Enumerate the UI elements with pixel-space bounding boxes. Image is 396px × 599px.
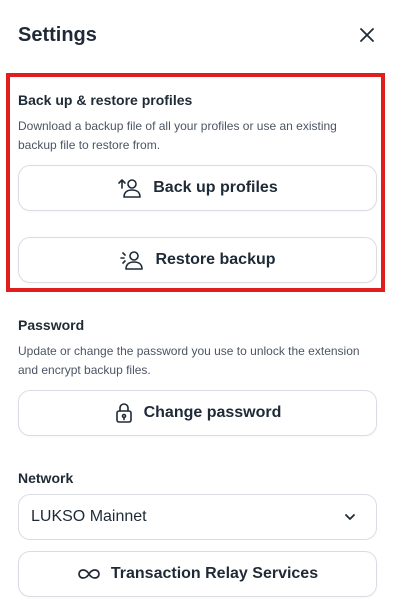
network-select-value: LUKSO Mainnet — [31, 508, 147, 525]
chevron-down-icon — [345, 514, 355, 520]
restore-backup-button[interactable]: Restore backup — [18, 237, 377, 283]
lock-icon — [114, 402, 134, 424]
transaction-relay-button[interactable]: Transaction Relay Services — [18, 551, 377, 597]
network-section-title: Network — [18, 470, 74, 486]
password-section-title: Password — [18, 317, 85, 333]
change-password-label: Change password — [143, 404, 282, 421]
page-title: Settings — [18, 23, 97, 46]
user-restore-icon — [119, 249, 145, 271]
user-upload-icon — [117, 177, 143, 199]
restore-backup-label: Restore backup — [155, 251, 276, 268]
password-section-description: Update or change the password you use to… — [18, 344, 360, 377]
change-password-button[interactable]: Change password — [18, 390, 377, 436]
header: Settings — [18, 22, 378, 48]
infinity-icon — [77, 567, 101, 581]
backup-profiles-button[interactable]: Back up profiles — [18, 165, 377, 211]
close-button[interactable] — [356, 24, 378, 46]
transaction-relay-label: Transaction Relay Services — [110, 565, 319, 582]
backup-section-description: Download a backup file of all your profi… — [18, 119, 337, 152]
backup-section-title: Back up & restore profiles — [18, 92, 193, 108]
close-icon — [360, 28, 374, 42]
backup-profiles-label: Back up profiles — [153, 179, 278, 196]
network-select[interactable]: LUKSO Mainnet — [18, 494, 377, 540]
